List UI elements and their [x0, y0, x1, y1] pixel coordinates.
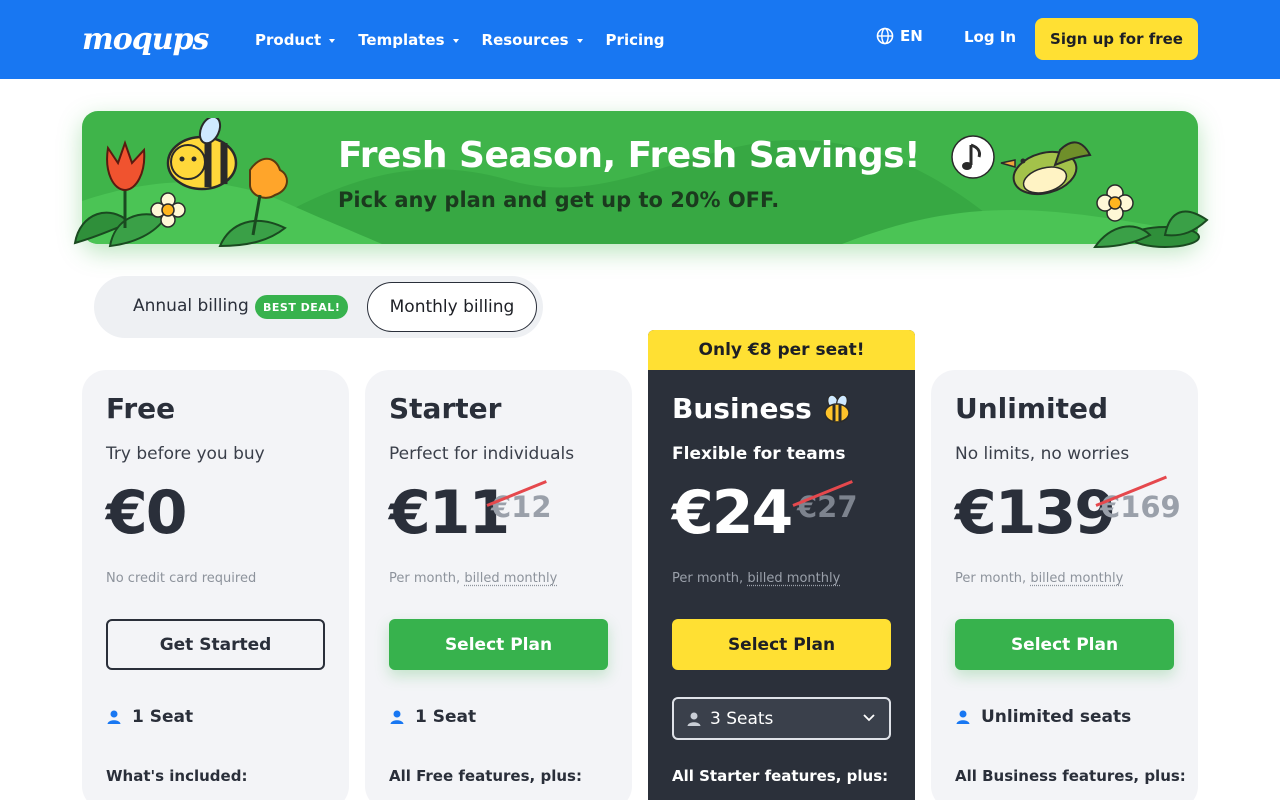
plan-name: Unlimited [955, 392, 1109, 425]
moqups-logo[interactable]: moqups [82, 22, 209, 57]
seat-count-label: 1 Seat [415, 707, 477, 727]
plan-tagline: Try before you buy [106, 444, 265, 464]
plan-tagline: No limits, no worries [955, 444, 1130, 464]
person-icon [687, 712, 701, 726]
old-price-value: €12 [491, 490, 552, 524]
nav-templates[interactable]: Templates [358, 30, 459, 49]
seats-dropdown-value: 3 Seats [710, 708, 774, 729]
nav-pricing-label: Pricing [605, 30, 665, 49]
business-ribbon: Only €8 per seat! [648, 330, 915, 370]
bird-and-flowers-illustration [951, 135, 1209, 249]
monthly-billing-option[interactable]: Monthly billing [367, 282, 537, 332]
seat-count: 1 Seat [106, 707, 193, 727]
language-selector[interactable]: EN [876, 27, 923, 45]
seat-count-label: 1 Seat [132, 707, 194, 727]
plan-old-price: €27 [792, 480, 858, 524]
billing-period-link[interactable]: billed monthly [747, 571, 840, 586]
plan-card-unlimited: Unlimited No limits, no worries €139 €16… [931, 370, 1198, 800]
plan-period: No credit card required [106, 571, 256, 586]
period-prefix: Per month, [389, 571, 465, 586]
select-plan-button[interactable]: Select Plan [389, 619, 608, 670]
no-credit-card-note: No credit card required [106, 571, 257, 586]
plan-period: Per month, billed monthly [955, 571, 1123, 586]
chevron-down-icon [329, 38, 336, 43]
annual-billing-option[interactable]: Annual billing [133, 296, 249, 316]
plan-tagline: Flexible for teams [672, 444, 846, 464]
chevron-down-icon [863, 714, 875, 722]
seats-dropdown[interactable]: 3 Seats [672, 697, 891, 740]
period-prefix: Per month, [672, 571, 748, 586]
banner-subtitle: Pick any plan and get up to 20% OFF. [338, 188, 780, 212]
plan-name: Free [106, 392, 176, 425]
nav-product-label: Product [255, 30, 322, 49]
select-plan-button[interactable]: Select Plan [672, 619, 891, 670]
old-price-value: €27 [797, 490, 858, 524]
features-heading: All Starter features, plus: [672, 767, 889, 785]
billing-toggle: Annual billing BEST DEAL! Monthly billin… [94, 276, 543, 338]
plan-name-label: Business [672, 392, 812, 425]
plan-price: €24 [672, 478, 793, 548]
person-icon [390, 710, 404, 724]
features-heading: What's included: [106, 767, 248, 785]
plan-card-business: Only €8 per seat! Business Flexible for … [648, 330, 915, 800]
seat-count: 1 Seat [389, 707, 476, 727]
person-icon [107, 710, 121, 724]
top-navigation-bar: moqups Product Templates Resources Prici… [0, 0, 1280, 79]
select-plan-button[interactable]: Select Plan [955, 619, 1174, 670]
person-icon [956, 710, 970, 724]
plan-name: Business [672, 392, 852, 425]
features-heading: All Free features, plus: [389, 767, 582, 785]
period-prefix: Per month, [955, 571, 1031, 586]
plan-card-starter: Starter Perfect for individuals €11 €12 … [365, 370, 632, 800]
main-nav: Product Templates Resources Pricing [255, 0, 688, 79]
banner-title: Fresh Season, Fresh Savings! [338, 135, 921, 176]
bee-and-flowers-illustration [73, 118, 288, 248]
plan-price: €139 [955, 478, 1116, 548]
plan-price: €0 [106, 478, 187, 548]
plan-old-price: €12 [486, 480, 552, 524]
bee-icon [824, 394, 850, 423]
old-price-value: €169 [1100, 490, 1181, 524]
billing-period-link[interactable]: billed monthly [464, 571, 557, 586]
nav-resources-label: Resources [481, 30, 569, 49]
plan-tagline: Perfect for individuals [389, 444, 575, 464]
best-deal-badge: BEST DEAL! [255, 295, 349, 319]
globe-icon [876, 27, 894, 45]
seat-count: Unlimited seats [955, 707, 1131, 727]
nav-pricing[interactable]: Pricing [606, 31, 665, 49]
features-heading: All Business features, plus: [955, 767, 1186, 785]
login-link[interactable]: Log In [964, 28, 1016, 46]
plan-name: Starter [389, 392, 502, 425]
nav-product[interactable]: Product [255, 30, 336, 49]
signup-button[interactable]: Sign up for free [1035, 18, 1198, 60]
plan-period: Per month, billed monthly [389, 571, 557, 586]
seat-count-label: Unlimited seats [981, 707, 1132, 727]
billing-period-link[interactable]: billed monthly [1030, 571, 1123, 586]
plan-card-free: Free Try before you buy €0 No credit car… [82, 370, 349, 800]
chevron-down-icon [452, 38, 459, 43]
nav-templates-label: Templates [358, 30, 445, 49]
plan-period: Per month, billed monthly [672, 571, 840, 586]
language-label: EN [900, 27, 923, 45]
nav-resources[interactable]: Resources [482, 31, 583, 49]
plan-old-price: €169 [1095, 475, 1181, 524]
chevron-down-icon [576, 38, 583, 43]
get-started-button[interactable]: Get Started [106, 619, 325, 670]
